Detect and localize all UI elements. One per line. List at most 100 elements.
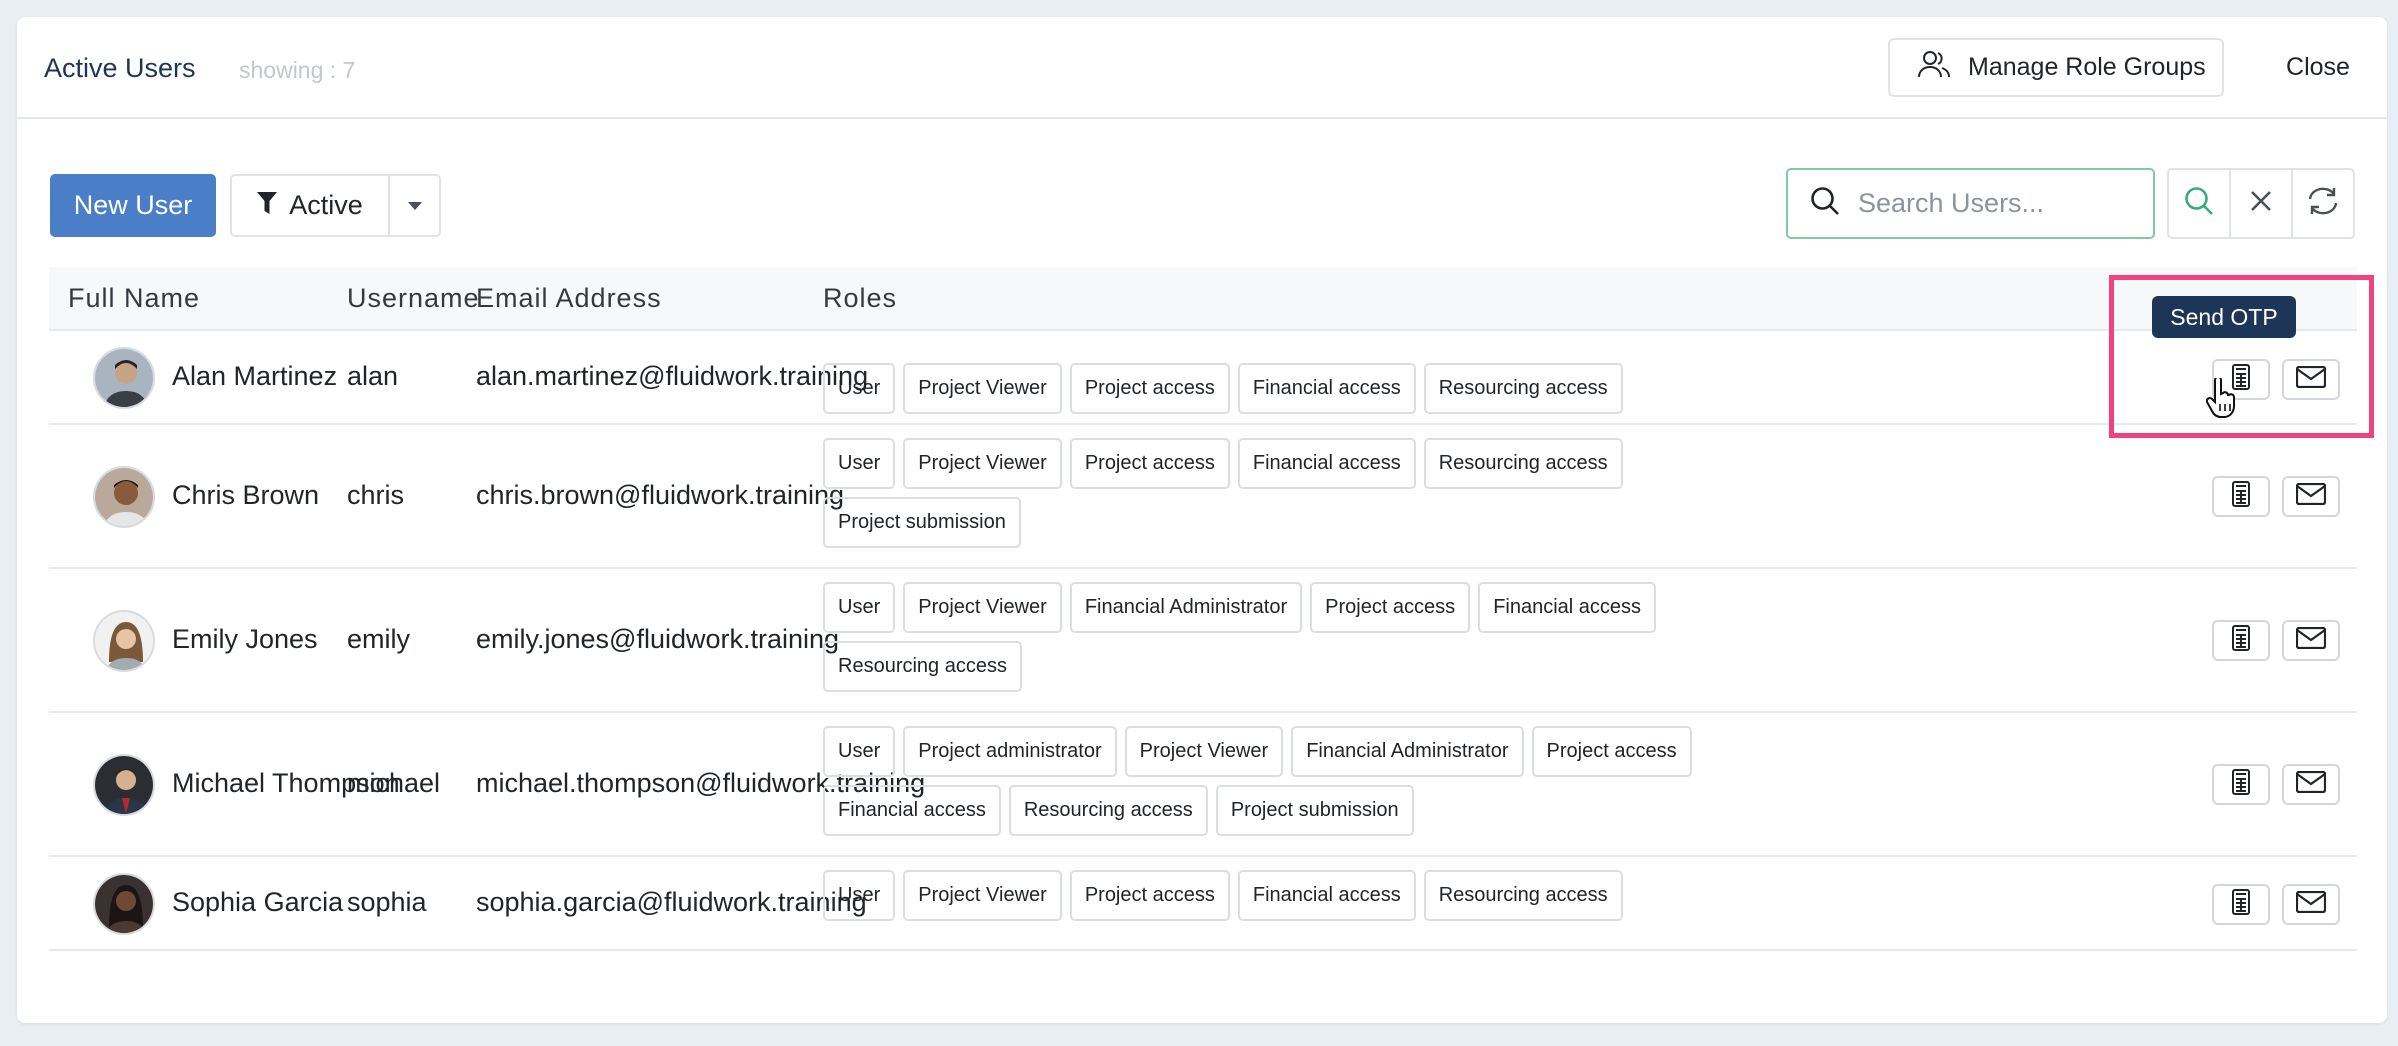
role-badge: Project submission [1215,785,1414,836]
caret-down-icon [407,197,422,215]
user-email: emily.jones@fluidwork.training [476,624,840,654]
close-button[interactable]: Close [2273,38,2363,97]
roles-list: User Project Viewer Financial Administra… [823,582,1743,692]
column-header-email[interactable]: Email Address [476,283,662,314]
clear-search-button[interactable] [2229,170,2291,237]
avatar [93,610,155,672]
column-header-full-name[interactable]: Full Name [68,283,200,314]
table-row[interactable]: Emily Jones emily emily.jones@fluidwork.… [49,569,2357,713]
send-otp-button[interactable] [2212,884,2270,925]
calculator-icon [2232,625,2250,656]
role-badge: Financial Administrator [1291,726,1524,777]
role-badge: Project access [1310,582,1471,633]
user-username: chris [347,480,405,510]
search-icon [2184,186,2214,221]
close-icon [2250,190,2272,217]
roles-list: User Project Viewer Project access Finan… [823,870,1743,921]
role-badge: User [823,438,896,489]
roles-list: User Project Viewer Project access Finan… [823,363,1743,414]
column-header-username[interactable]: Username [347,283,480,314]
role-badge: Financial access [1237,438,1416,489]
status-filter-label: Active [289,190,363,220]
user-email: alan.martinez@fluidwork.training [476,361,869,391]
role-badge: Project Viewer [903,438,1062,489]
user-full-name: Alan Martinez [172,361,338,391]
search-icon [1810,186,1840,221]
role-badge: Project Viewer [903,870,1062,921]
funnel-icon [257,190,278,221]
send-otp-tooltip: Send OTP [2152,296,2296,338]
send-email-button[interactable] [2282,764,2340,805]
user-full-name: Sophia Garcia [172,887,344,917]
send-otp-button[interactable] [2212,476,2270,517]
search-button[interactable] [2169,170,2229,237]
role-badge: Resourcing access [1423,870,1623,921]
role-badge: Project access [1531,726,1692,777]
manage-role-groups-label: Manage Role Groups [1968,53,2206,81]
user-username: emily [347,624,411,654]
avatar [93,754,155,816]
send-email-button[interactable] [2282,476,2340,517]
role-badge: Financial Administrator [1069,582,1303,633]
send-otp-button[interactable] [2212,620,2270,661]
table-header: Full Name Username Email Address Roles [49,267,2357,331]
table-row[interactable]: Sophia Garcia sophia sophia.garcia@fluid… [49,857,2357,951]
search-tools [2167,168,2355,239]
user-username: sophia [347,887,427,917]
status-filter-dropdown[interactable] [390,176,439,235]
send-otp-button[interactable] [2212,764,2270,805]
users-icon [1918,50,1950,85]
new-user-button[interactable]: New User [50,174,216,237]
role-badge: Resourcing access [1008,785,1208,836]
role-badge: Project access [1069,438,1230,489]
role-badge: Project submission [823,497,1021,548]
envelope-icon [2295,626,2327,654]
role-badge: Financial access [1237,870,1416,921]
avatar [93,873,155,935]
role-badge: Financial access [1237,363,1416,414]
role-badge: Project access [1069,870,1230,921]
role-badge: User [823,726,896,777]
refresh-button[interactable] [2291,170,2353,237]
send-email-button[interactable] [2282,884,2340,925]
role-badge: Financial access [1478,582,1657,633]
showing-count: showing : 7 [239,57,356,83]
table-row[interactable]: Chris Brown chris chris.brown@fluidwork.… [49,425,2357,569]
calculator-icon [2232,481,2250,512]
role-badge: User [823,582,896,633]
refresh-icon [2306,186,2340,221]
role-badge: Resourcing access [1423,438,1623,489]
panel-header: Active Users showing : 7 Manage Role Gro… [17,17,2387,119]
role-badge: User [823,870,896,921]
envelope-icon [2295,890,2327,918]
calculator-icon [2232,769,2250,800]
avatar [93,347,155,409]
status-filter-button[interactable]: Active [232,176,390,235]
user-username: alan [347,361,399,391]
user-full-name: Chris Brown [172,480,320,510]
active-users-panel: Active Users showing : 7 Manage Role Gro… [17,17,2387,1023]
page-title: Active Users [44,53,196,83]
avatar [93,466,155,528]
envelope-icon [2295,482,2327,510]
user-full-name: Emily Jones [172,624,318,654]
column-header-roles[interactable]: Roles [823,283,897,314]
manage-role-groups-button[interactable]: Manage Role Groups [1888,38,2224,97]
role-badge: Project Viewer [903,582,1062,633]
table-row[interactable]: Michael Thompson michael michael.thompso… [49,713,2357,857]
hand-pointer-icon [2205,376,2236,423]
role-badge: Project access [1069,363,1230,414]
role-badge: Project Viewer [903,363,1062,414]
role-badge: User [823,363,896,414]
user-username: michael [347,768,441,798]
send-email-button[interactable] [2282,620,2340,661]
role-badge: Project Viewer [1124,726,1284,777]
calculator-icon [2232,889,2250,920]
status-filter: Active [230,174,441,237]
search-field [1786,168,2155,239]
table-row[interactable]: Alan Martinez alan alan.martinez@fluidwo… [49,331,2357,425]
roles-list: User Project Viewer Project access Finan… [823,438,1743,548]
search-input[interactable] [1858,188,2148,219]
envelope-icon [2295,770,2327,798]
role-badge: Project administrator [903,726,1117,777]
